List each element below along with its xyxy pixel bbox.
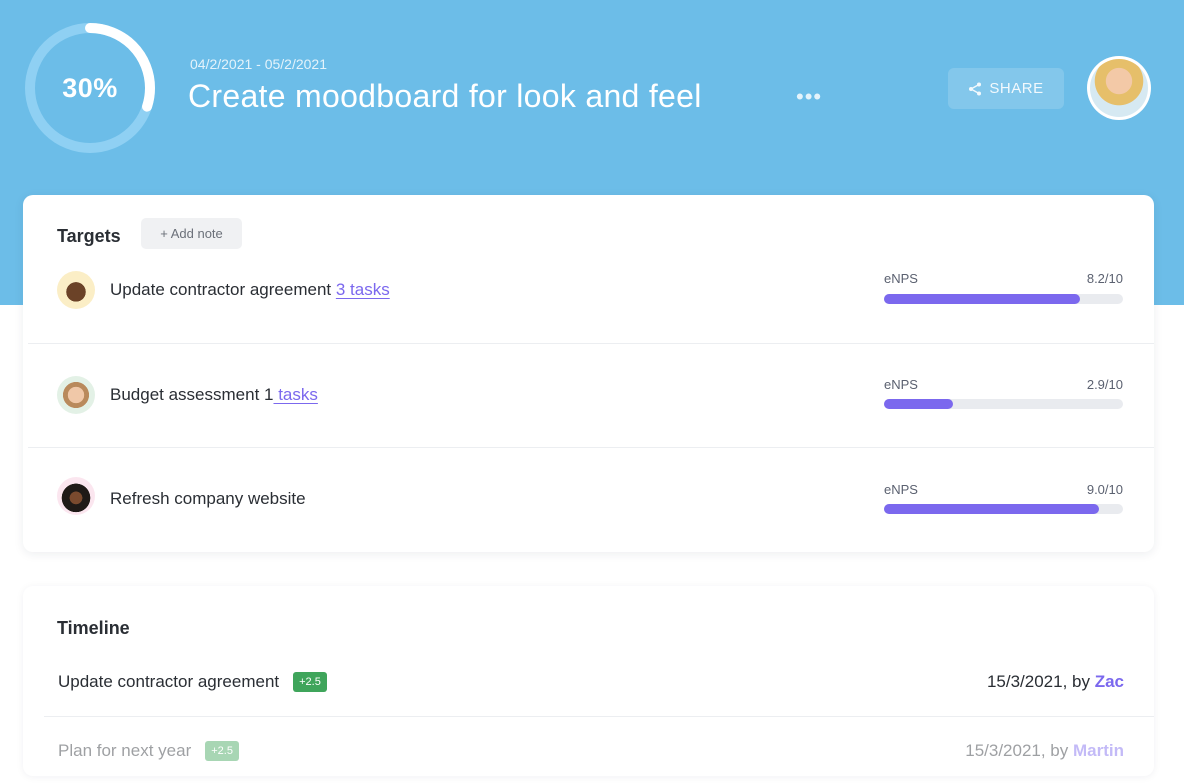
timeline-label: Update contractor agreement +2.5 [58,672,327,692]
target-label: Update contractor agreement 3 tasks [110,280,390,299]
share-icon [969,82,982,95]
timeline-title: Timeline [57,618,130,638]
metric-value: 2.9/10 [1086,377,1123,392]
score-badge: +2.5 [205,741,239,761]
assignee-avatar-icon[interactable] [57,271,95,309]
user-avatar-image [1090,59,1148,117]
metric-value: 9.0/10 [1086,482,1123,497]
assignee-avatar-icon[interactable] [57,376,95,414]
assignee-avatar-icon[interactable] [57,477,95,515]
target-row: Budget assessment 1 tasks eNPS 2.9/10 [23,344,1154,448]
tasks-link[interactable]: 3 tasks [336,280,390,299]
date-range: 04/2/2021 - 05/2/2021 [190,56,328,72]
row-divider [44,716,1154,717]
metric-value: 8.2/10 [1086,271,1123,286]
timeline-row: Plan for next year +2.5 15/3/2021, by Ma… [58,741,1124,771]
share-button[interactable]: SHARE [948,68,1064,109]
timeline-meta: 15/3/2021, by Martin [965,741,1124,760]
share-button-label: SHARE [989,80,1044,97]
target-row: Update contractor agreement 3 tasks eNPS… [23,240,1154,344]
timeline-meta: 15/3/2021, by Zac [986,672,1124,691]
score-bar [884,399,1123,409]
score-badge: +2.5 [293,672,327,692]
page-title: Create moodboard for look and feel [188,78,702,114]
target-row: Refresh company website eNPS 9.0/10 [23,448,1154,552]
timeline-row: Update contractor agreement +2.5 15/3/20… [58,672,1124,702]
target-label: Refresh company website [110,489,306,508]
score-bar-fill [884,294,1080,304]
score-bar-fill [884,504,1100,514]
timeline-label: Plan for next year +2.5 [58,741,239,761]
author-link[interactable]: Martin [1073,741,1124,760]
score-bar [884,504,1123,514]
target-label: Budget assessment 1 tasks [110,385,318,404]
metric-label: eNPS [884,271,918,286]
metric-label: eNPS [884,482,918,497]
user-avatar-icon[interactable] [1087,56,1151,120]
progress-percent: 30% [62,72,118,103]
score-bar [884,294,1123,304]
score-bar-fill [884,399,954,409]
tasks-link[interactable]: tasks [273,385,318,404]
more-options-icon[interactable]: ••• [796,84,822,110]
metric-label: eNPS [884,377,918,392]
author-link[interactable]: Zac [1095,672,1124,691]
